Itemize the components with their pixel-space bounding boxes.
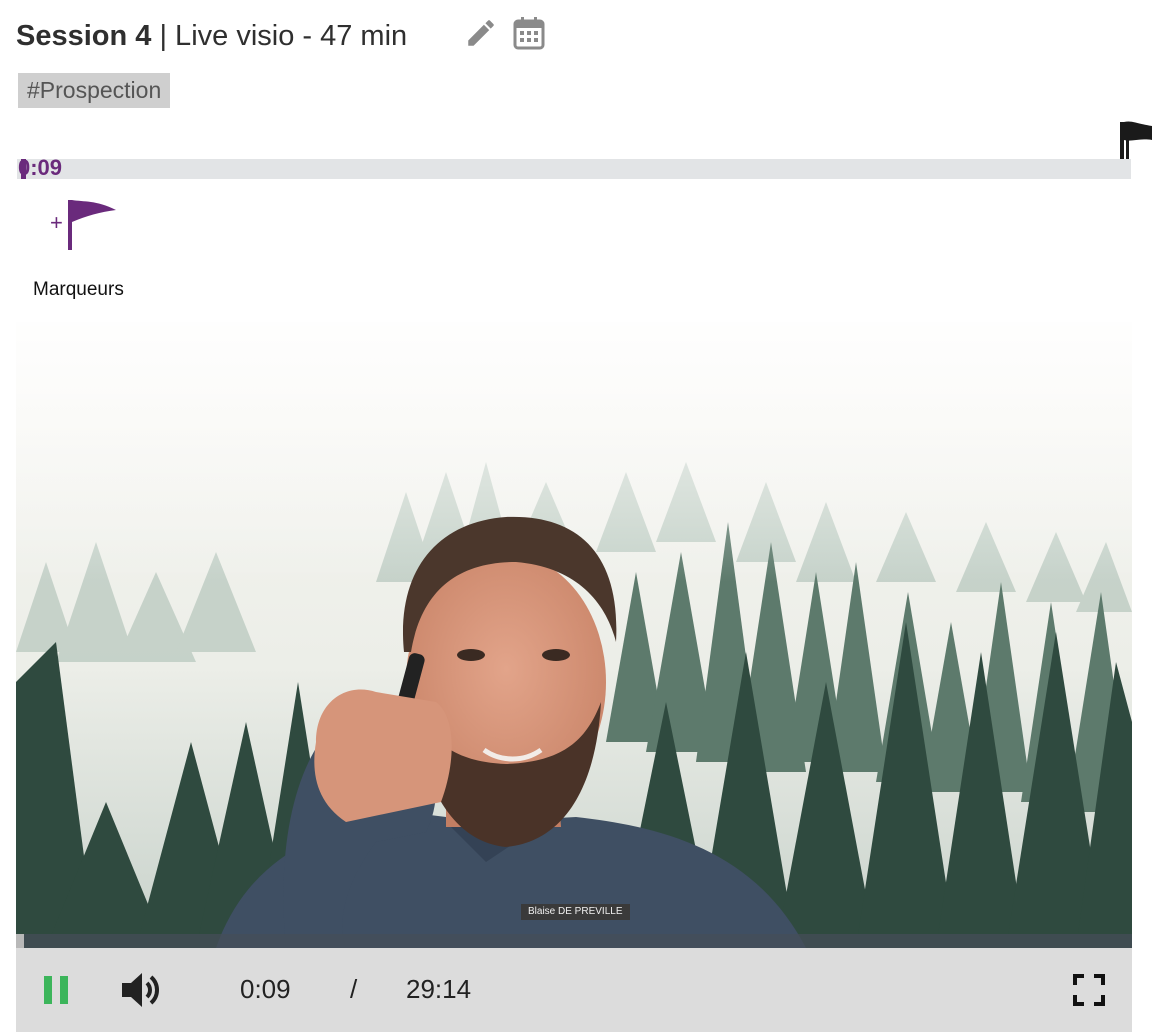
video-frame [16,322,1132,948]
video-controls: 0:09 / 29:14 [16,948,1132,1032]
volume-button[interactable] [120,970,164,1010]
session-title: Session 4 | Live visio - 47 min [16,20,407,53]
calendar-icon [513,17,545,50]
pause-icon [44,976,68,1004]
session-label: Session 4 [16,19,152,52]
session-detail: | Live visio - 47 min [159,19,408,52]
volume-icon [122,973,159,1007]
pause-button[interactable] [42,975,72,1005]
session-tag[interactable]: #Prospection [18,73,171,108]
svg-text:+: + [50,210,63,235]
time-separator: / [350,974,358,1004]
speaker-name-label: Blaise DE PREVILLE [521,904,630,920]
video-player[interactable] [16,322,1132,948]
marker-timeline[interactable] [17,159,1131,179]
total-duration: 29:14 [406,974,472,1004]
calendar-button[interactable] [510,14,548,52]
session-header: Session 4 | Live visio - 47 min [16,14,407,58]
pencil-icon [468,20,494,46]
current-time: 0:09 [240,974,291,1004]
timeline-end-flag[interactable] [1118,120,1152,162]
add-marker-button[interactable]: + [44,192,124,256]
flag-icon [1120,121,1152,160]
timeline-current-time: 0:09 [18,155,63,180]
fullscreen-button[interactable] [1071,972,1107,1008]
video-progress-bar[interactable] [16,934,1132,948]
edit-button[interactable] [462,14,500,52]
video-progress-fill [16,934,24,948]
markers-label: Marqueurs [33,279,124,300]
fullscreen-icon [1073,974,1105,1006]
add-flag-icon: + [50,200,116,250]
